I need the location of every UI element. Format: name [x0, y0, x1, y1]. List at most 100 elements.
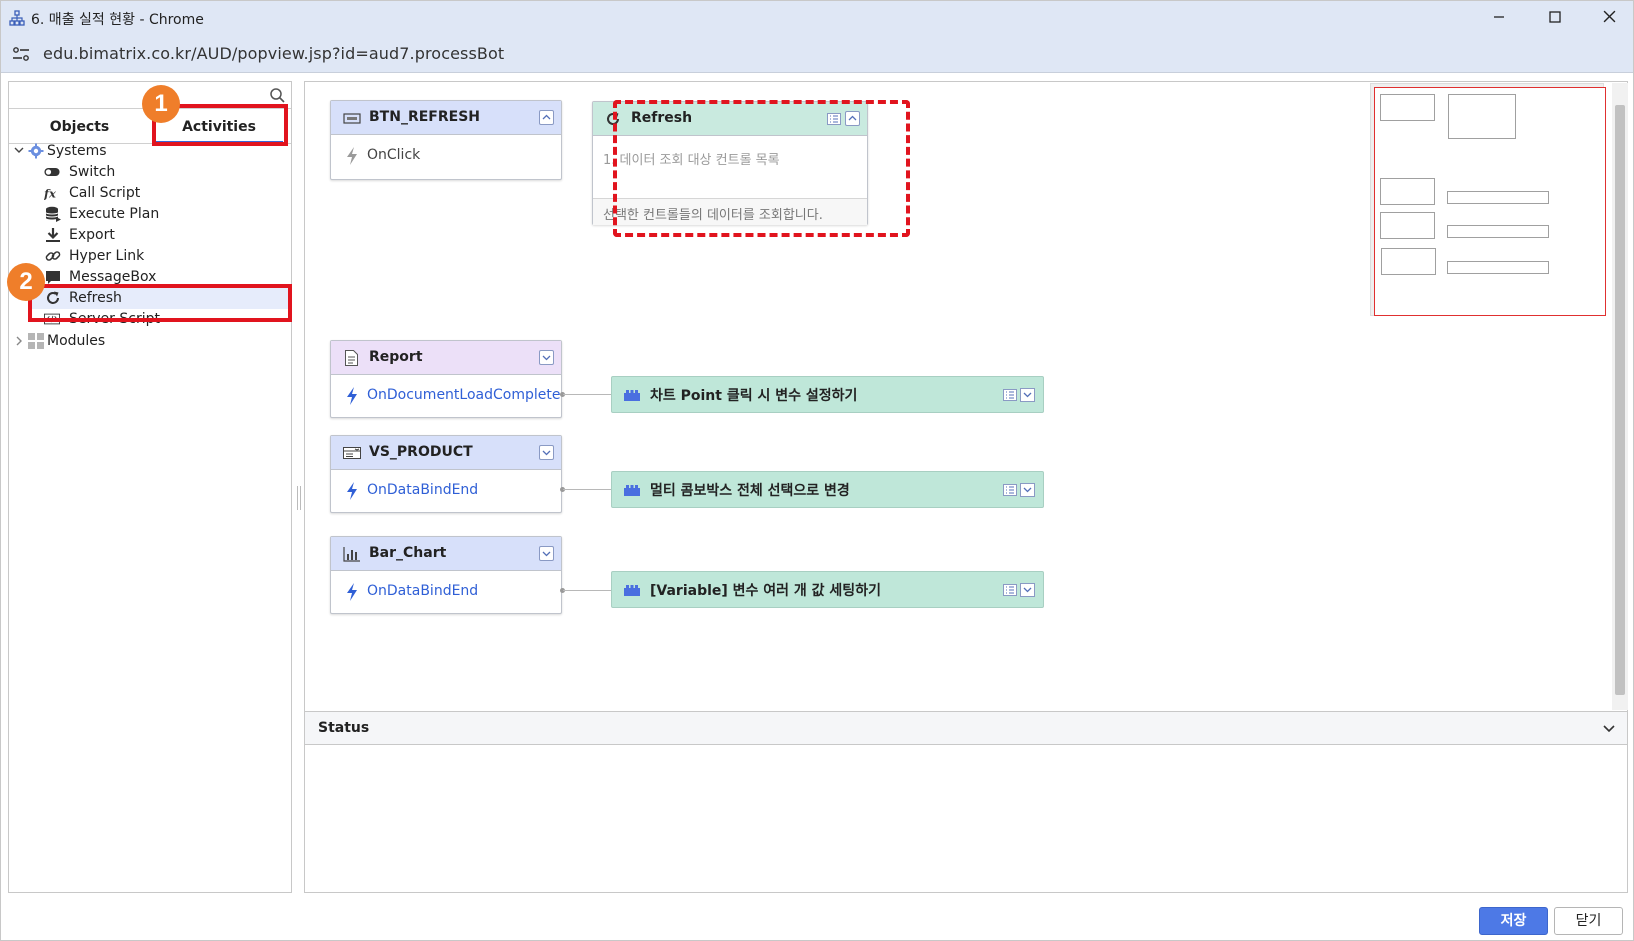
grid-icon [28, 333, 44, 349]
minimap-node [1380, 212, 1435, 239]
lightning-icon [347, 387, 357, 405]
minimap-node [1380, 178, 1435, 205]
download-icon [46, 228, 60, 242]
collapse-toggle[interactable] [539, 110, 554, 125]
database-icon [45, 206, 61, 222]
message-icon [46, 271, 60, 284]
status-header[interactable]: Status [305, 712, 1627, 745]
action-module[interactable]: [Variable] 변수 여러 개 값 세팅하기 [611, 571, 1044, 608]
browser-window: 6. 매출 실적 현황 - Chrome edu.bimatrix.co.kr/… [0, 0, 1634, 941]
close-window-button[interactable] [1589, 5, 1629, 31]
tab-objects[interactable]: Objects [9, 110, 150, 144]
connector-line [563, 489, 611, 490]
site-settings-icon[interactable] [12, 46, 30, 62]
function-icon: fx [44, 186, 56, 200]
node-title: Bar_Chart [369, 545, 447, 561]
module-icon [624, 390, 640, 401]
module-icon [624, 485, 640, 496]
list-and-chevron-icon[interactable] [1003, 387, 1037, 403]
lightning-icon [347, 482, 357, 500]
minimap-node [1448, 94, 1516, 139]
minimize-button[interactable] [1479, 5, 1519, 31]
minimap-node [1447, 191, 1549, 204]
save-button[interactable]: 저장 [1479, 907, 1548, 935]
chevron-down-icon[interactable] [13, 144, 25, 156]
node-event-row[interactable]: OnClick [331, 136, 561, 176]
chevron-down-icon[interactable] [1601, 721, 1617, 737]
minimap-node [1447, 225, 1549, 238]
chevron-down-icon [542, 450, 551, 456]
search-icon[interactable] [269, 87, 285, 103]
combobox-icon [343, 447, 361, 459]
title-bar: 6. 매출 실적 현황 - Chrome [1, 1, 1633, 35]
gear-icon [28, 143, 44, 159]
toggle-icon [44, 168, 60, 176]
close-button[interactable]: 닫기 [1554, 907, 1623, 935]
canvas-scrollbar[interactable] [1612, 83, 1628, 710]
scrollbar-thumb[interactable] [1615, 105, 1625, 695]
minimap-viewport[interactable] [1374, 87, 1606, 316]
minimap-node [1381, 248, 1436, 275]
highlight-refresh-node [613, 100, 910, 237]
node-event-row[interactable]: OnDataBindEnd [331, 572, 561, 612]
highlight-refresh-item [28, 284, 292, 322]
node-bar-chart[interactable]: Bar_Chart OnDataBindEnd [330, 536, 562, 614]
chevron-up-icon [542, 114, 551, 120]
tree-item-label: Systems [47, 143, 107, 159]
tree-item-hyper-link[interactable]: Hyper Link [9, 245, 291, 267]
action-module[interactable]: 차트 Point 클릭 시 변수 설정하기 [611, 376, 1044, 413]
tree-item-label: Call Script [69, 185, 141, 201]
node-vs-product[interactable]: VS_PRODUCT OnDataBindEnd [330, 435, 562, 513]
bar-chart-icon [343, 547, 360, 562]
minimap[interactable] [1370, 83, 1606, 316]
tree-item-execute-plan[interactable]: Execute Plan [9, 203, 291, 225]
module-icon [624, 585, 640, 596]
node-header: Bar_Chart [331, 537, 561, 571]
link-icon [45, 251, 61, 261]
node-event-row[interactable]: OnDocumentLoadComplete [331, 376, 561, 416]
node-title: VS_PRODUCT [369, 444, 473, 460]
collapse-toggle[interactable] [539, 445, 554, 460]
node-report[interactable]: Report OnDocumentLoadComplete [330, 340, 562, 418]
minimap-node [1447, 261, 1549, 274]
collapse-toggle[interactable] [539, 350, 554, 365]
chevron-right-icon[interactable] [13, 335, 25, 347]
url-text[interactable]: edu.bimatrix.co.kr/AUD/popview.jsp?id=au… [43, 44, 504, 63]
node-event-row[interactable]: OnDataBindEnd [331, 471, 561, 511]
tree-item-label: Modules [47, 333, 106, 349]
list-and-chevron-icon[interactable] [1003, 482, 1037, 498]
connector-line [563, 394, 611, 395]
action-module[interactable]: 멀티 콤보박스 전체 선택으로 변경 [611, 471, 1044, 508]
status-title: Status [318, 720, 370, 736]
lightning-icon [347, 147, 357, 165]
panel-splitter[interactable] [297, 486, 301, 510]
action-label: [Variable] 변수 여러 개 값 세팅하기 [650, 583, 881, 599]
tree-item-export[interactable]: Export [9, 224, 291, 246]
event-label: OnDocumentLoadComplete [367, 387, 561, 403]
tree-item-modules[interactable]: Modules [9, 330, 291, 352]
event-label: OnDataBindEnd [367, 583, 479, 599]
svg-text:fx: fx [44, 186, 56, 200]
step-badge-1: 1 [142, 85, 180, 123]
minimap-node [1380, 94, 1435, 121]
connector-line [563, 590, 611, 591]
button-icon [343, 113, 361, 124]
maximize-icon [1549, 11, 1561, 23]
collapse-toggle[interactable] [539, 546, 554, 561]
status-panel: Status [304, 711, 1628, 893]
maximize-button[interactable] [1535, 5, 1575, 31]
tree-item-label: Switch [69, 164, 116, 180]
event-label: OnDataBindEnd [367, 482, 479, 498]
close-icon [1603, 10, 1615, 23]
event-label: OnClick [367, 147, 421, 163]
tree-item-call-script[interactable]: fx Call Script [9, 182, 291, 204]
tree-item-switch[interactable]: Switch [9, 161, 291, 183]
node-title: Report [369, 349, 423, 365]
node-title: BTN_REFRESH [369, 109, 480, 125]
list-and-chevron-icon[interactable] [1003, 582, 1037, 598]
tree-item-label: Execute Plan [69, 206, 160, 222]
node-header: BTN_REFRESH [331, 101, 561, 135]
tree-item-label: Hyper Link [69, 248, 145, 264]
node-btn-refresh[interactable]: BTN_REFRESH OnClick [330, 100, 562, 180]
minimize-icon [1494, 16, 1504, 18]
